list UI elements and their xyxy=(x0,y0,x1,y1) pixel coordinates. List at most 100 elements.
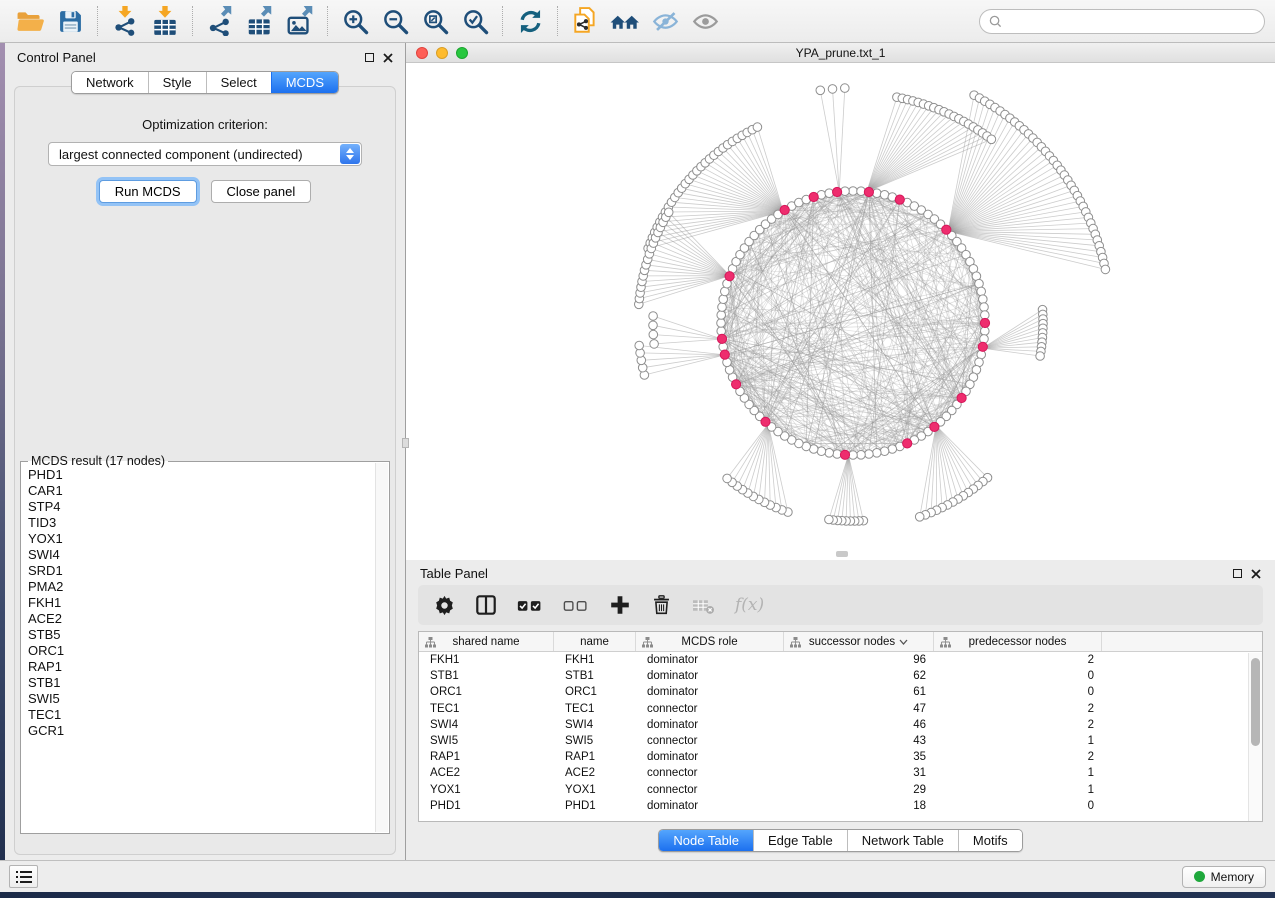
table-row[interactable]: ACE2ACE2connector311 xyxy=(419,765,1262,781)
mcds-result-box: MCDS result (17 nodes) PHD1CAR1STP4TID3Y… xyxy=(20,461,390,834)
mcds-result-item[interactable]: FKH1 xyxy=(28,595,373,611)
duplicate-network-icon xyxy=(571,7,599,35)
search-field[interactable] xyxy=(979,9,1265,34)
window-close-icon[interactable] xyxy=(416,47,428,59)
mcds-result-item[interactable]: STP4 xyxy=(28,499,373,515)
mcds-result-item[interactable]: SRD1 xyxy=(28,563,373,579)
tab-network[interactable]: Network xyxy=(72,72,148,93)
float-panel-icon[interactable] xyxy=(365,53,374,62)
cell-shared-name: STB1 xyxy=(419,670,554,682)
column-header-predecessor-nodes[interactable]: predecessor nodes xyxy=(934,632,1102,651)
mcds-result-item[interactable]: SWI4 xyxy=(28,547,373,563)
show-all-button[interactable] xyxy=(685,3,725,39)
tab-node-table[interactable]: Node Table xyxy=(659,830,753,851)
mcds-result-item[interactable]: ORC1 xyxy=(28,643,373,659)
close-panel-icon[interactable] xyxy=(383,53,393,63)
cell-successor-nodes: 29 xyxy=(784,784,934,796)
mcds-result-item[interactable]: ACE2 xyxy=(28,611,373,627)
mcds-result-item[interactable]: SWI5 xyxy=(28,691,373,707)
export-network-button[interactable] xyxy=(200,3,240,39)
window-minimize-icon[interactable] xyxy=(436,47,448,59)
close-panel-button[interactable]: Close panel xyxy=(211,180,312,203)
tab-mcds[interactable]: MCDS xyxy=(271,72,338,93)
table-row[interactable]: RAP1RAP1dominator352 xyxy=(419,749,1262,765)
cell-name: PHD1 xyxy=(554,800,636,812)
table-row[interactable]: YOX1YOX1connector291 xyxy=(419,782,1262,798)
zoom-out-button[interactable] xyxy=(375,3,415,39)
table-row[interactable]: PHD1PHD1dominator180 xyxy=(419,798,1262,814)
cell-name: TEC1 xyxy=(554,703,636,715)
tab-style[interactable]: Style xyxy=(148,72,206,93)
mcds-result-item[interactable]: TEC1 xyxy=(28,707,373,723)
first-neighbors-button[interactable] xyxy=(605,3,645,39)
table-scrollbar[interactable] xyxy=(1248,653,1262,821)
tab-motifs[interactable]: Motifs xyxy=(958,830,1022,851)
float-table-panel-icon[interactable] xyxy=(1233,569,1242,578)
refresh-view-button[interactable] xyxy=(510,3,550,39)
control-panel: Control Panel NetworkStyleSelectMCDS Opt… xyxy=(5,43,405,860)
cell-predecessor-nodes: 2 xyxy=(934,654,1102,666)
table-row[interactable]: TEC1TEC1connector472 xyxy=(419,701,1262,717)
optimization-criterion-select[interactable]: largest connected component (undirected) xyxy=(48,142,362,166)
mcds-result-item[interactable]: YOX1 xyxy=(28,531,373,547)
cell-predecessor-nodes: 0 xyxy=(934,800,1102,812)
mcds-result-item[interactable]: PHD1 xyxy=(28,467,373,483)
close-table-panel-icon[interactable] xyxy=(1251,569,1261,579)
mcds-result-item[interactable]: TID3 xyxy=(28,515,373,531)
window-maximize-icon[interactable] xyxy=(456,47,468,59)
table-scrollbar-thumb[interactable] xyxy=(1251,658,1260,746)
hide-selected-button[interactable] xyxy=(645,3,685,39)
mcds-result-item[interactable]: GCR1 xyxy=(28,723,373,739)
task-history-button[interactable] xyxy=(9,865,38,888)
deselect-all-button[interactable] xyxy=(563,595,589,616)
mcds-list-scrollbar[interactable] xyxy=(375,463,388,832)
tab-network-table[interactable]: Network Table xyxy=(847,830,958,851)
export-table-button[interactable] xyxy=(240,3,280,39)
table-row[interactable]: ORC1ORC1dominator610 xyxy=(419,684,1262,700)
table-options-button[interactable] xyxy=(434,595,455,616)
add-column-button[interactable] xyxy=(609,594,631,616)
delete-table-button[interactable] xyxy=(692,595,715,616)
column-header-successor-nodes[interactable]: successor nodes xyxy=(784,632,934,651)
network-hscroll-thumb[interactable] xyxy=(836,551,848,557)
memory-button[interactable]: Memory xyxy=(1182,866,1266,888)
export-image-button[interactable] xyxy=(280,3,320,39)
mcds-result-item[interactable]: CAR1 xyxy=(28,483,373,499)
select-all-button[interactable] xyxy=(517,595,543,616)
table-row[interactable]: FKH1FKH1dominator962 xyxy=(419,652,1262,668)
table-row[interactable]: SWI5SWI5connector431 xyxy=(419,733,1262,749)
zoom-in-button[interactable] xyxy=(335,3,375,39)
column-header-name[interactable]: name xyxy=(554,632,636,651)
open-file-button[interactable] xyxy=(10,3,50,39)
panel-divider-handle[interactable] xyxy=(402,438,409,448)
save-session-button[interactable] xyxy=(50,3,90,39)
table-tabs: Node TableEdge TableNetwork TableMotifs xyxy=(658,829,1022,852)
delete-column-button[interactable] xyxy=(651,594,672,616)
mcds-result-item[interactable]: PMA2 xyxy=(28,579,373,595)
table-row[interactable]: SWI4SWI4dominator462 xyxy=(419,717,1262,733)
run-mcds-button[interactable]: Run MCDS xyxy=(99,180,197,203)
import-table-button[interactable] xyxy=(145,3,185,39)
table-toolbar: f(x) xyxy=(418,585,1263,625)
zoom-fit-button[interactable] xyxy=(415,3,455,39)
table-row[interactable]: STB1STB1dominator620 xyxy=(419,668,1262,684)
mcds-result-item[interactable]: RAP1 xyxy=(28,659,373,675)
network-window-title: YPA_prune.txt_1 xyxy=(406,46,1275,60)
tab-select[interactable]: Select xyxy=(206,72,271,93)
zoom-selected-button[interactable] xyxy=(455,3,495,39)
mcds-result-list[interactable]: PHD1CAR1STP4TID3YOX1SWI4SRD1PMA2FKH1ACE2… xyxy=(28,467,373,830)
mcds-result-item[interactable]: STB1 xyxy=(28,675,373,691)
column-panel-button[interactable] xyxy=(475,594,497,616)
network-canvas[interactable] xyxy=(406,63,1275,560)
column-header-MCDS-role[interactable]: MCDS role xyxy=(636,632,784,651)
duplicate-network-button[interactable] xyxy=(565,3,605,39)
toolbar-separator xyxy=(557,6,558,36)
search-input[interactable] xyxy=(1008,14,1255,28)
column-header-shared-name[interactable]: shared name xyxy=(419,632,554,651)
cell-successor-nodes: 62 xyxy=(784,670,934,682)
import-network-button[interactable] xyxy=(105,3,145,39)
mcds-result-item[interactable]: STB5 xyxy=(28,627,373,643)
tab-edge-table[interactable]: Edge Table xyxy=(753,830,847,851)
cell-name: SWI5 xyxy=(554,735,636,747)
refresh-view-icon xyxy=(517,8,544,35)
